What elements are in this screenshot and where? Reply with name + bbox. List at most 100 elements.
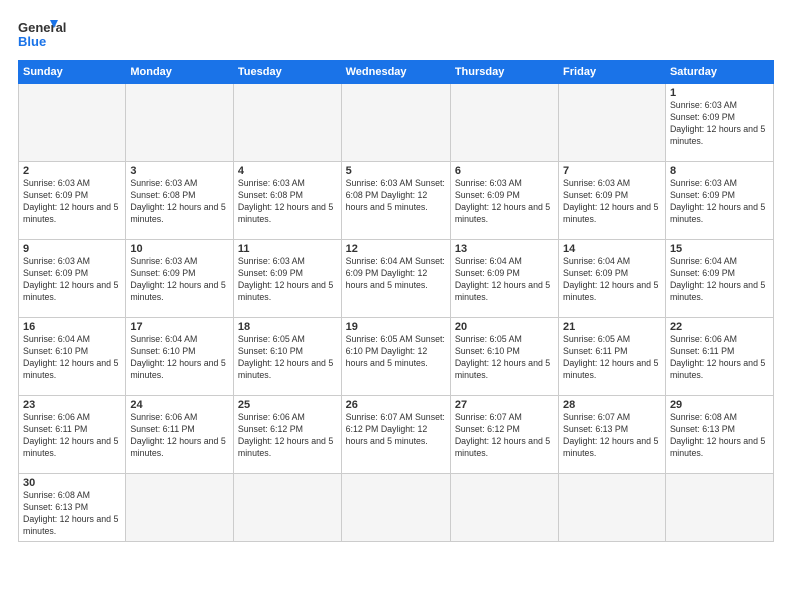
day-info: Sunrise: 6:04 AM Sunset: 6:09 PM Dayligh… <box>563 256 661 304</box>
calendar-cell: 11Sunrise: 6:03 AM Sunset: 6:09 PM Dayli… <box>233 240 341 318</box>
calendar-cell: 26Sunrise: 6:07 AM Sunset: 6:12 PM Dayli… <box>341 396 450 474</box>
calendar-cell: 24Sunrise: 6:06 AM Sunset: 6:11 PM Dayli… <box>126 396 234 474</box>
header-friday: Friday <box>559 61 666 84</box>
calendar-cell: 15Sunrise: 6:04 AM Sunset: 6:09 PM Dayli… <box>665 240 773 318</box>
day-info: Sunrise: 6:03 AM Sunset: 6:09 PM Dayligh… <box>670 100 769 148</box>
calendar-cell: 8Sunrise: 6:03 AM Sunset: 6:09 PM Daylig… <box>665 162 773 240</box>
day-number: 7 <box>563 165 661 177</box>
calendar-cell: 10Sunrise: 6:03 AM Sunset: 6:09 PM Dayli… <box>126 240 234 318</box>
header-saturday: Saturday <box>665 61 773 84</box>
day-info: Sunrise: 6:04 AM Sunset: 6:10 PM Dayligh… <box>130 334 229 382</box>
day-number: 9 <box>23 243 121 255</box>
calendar-cell: 27Sunrise: 6:07 AM Sunset: 6:12 PM Dayli… <box>450 396 558 474</box>
day-number: 5 <box>346 165 446 177</box>
calendar-cell: 4Sunrise: 6:03 AM Sunset: 6:08 PM Daylig… <box>233 162 341 240</box>
calendar-cell <box>559 84 666 162</box>
header-wednesday: Wednesday <box>341 61 450 84</box>
day-info: Sunrise: 6:04 AM Sunset: 6:09 PM Dayligh… <box>455 256 554 304</box>
header-tuesday: Tuesday <box>233 61 341 84</box>
day-number: 11 <box>238 243 337 255</box>
svg-text:Blue: Blue <box>18 34 46 49</box>
weekday-header-row: Sunday Monday Tuesday Wednesday Thursday… <box>19 61 774 84</box>
day-info: Sunrise: 6:06 AM Sunset: 6:11 PM Dayligh… <box>23 412 121 460</box>
day-info: Sunrise: 6:05 AM Sunset: 6:10 PM Dayligh… <box>346 334 446 370</box>
calendar-cell: 1Sunrise: 6:03 AM Sunset: 6:09 PM Daylig… <box>665 84 773 162</box>
day-info: Sunrise: 6:03 AM Sunset: 6:08 PM Dayligh… <box>130 178 229 226</box>
day-number: 6 <box>455 165 554 177</box>
calendar-cell: 23Sunrise: 6:06 AM Sunset: 6:11 PM Dayli… <box>19 396 126 474</box>
calendar-cell <box>233 474 341 542</box>
day-number: 27 <box>455 399 554 411</box>
day-info: Sunrise: 6:03 AM Sunset: 6:09 PM Dayligh… <box>23 256 121 304</box>
calendar-cell <box>341 84 450 162</box>
day-number: 10 <box>130 243 229 255</box>
day-number: 4 <box>238 165 337 177</box>
calendar-cell: 14Sunrise: 6:04 AM Sunset: 6:09 PM Dayli… <box>559 240 666 318</box>
calendar-cell: 18Sunrise: 6:05 AM Sunset: 6:10 PM Dayli… <box>233 318 341 396</box>
svg-text:General: General <box>18 20 66 35</box>
calendar-cell: 13Sunrise: 6:04 AM Sunset: 6:09 PM Dayli… <box>450 240 558 318</box>
day-info: Sunrise: 6:04 AM Sunset: 6:09 PM Dayligh… <box>346 256 446 292</box>
calendar-cell: 6Sunrise: 6:03 AM Sunset: 6:09 PM Daylig… <box>450 162 558 240</box>
generalblue-logo-icon: General Blue <box>18 16 88 50</box>
day-number: 19 <box>346 321 446 333</box>
header-sunday: Sunday <box>19 61 126 84</box>
day-info: Sunrise: 6:03 AM Sunset: 6:09 PM Dayligh… <box>455 178 554 226</box>
calendar-cell: 7Sunrise: 6:03 AM Sunset: 6:09 PM Daylig… <box>559 162 666 240</box>
calendar-page: General Blue Sunday Monday Tuesday Wedne… <box>0 0 792 612</box>
calendar-cell: 12Sunrise: 6:04 AM Sunset: 6:09 PM Dayli… <box>341 240 450 318</box>
day-number: 30 <box>23 477 121 489</box>
day-number: 26 <box>346 399 446 411</box>
day-number: 28 <box>563 399 661 411</box>
calendar-cell <box>233 84 341 162</box>
calendar-cell <box>19 84 126 162</box>
day-info: Sunrise: 6:07 AM Sunset: 6:13 PM Dayligh… <box>563 412 661 460</box>
day-info: Sunrise: 6:03 AM Sunset: 6:09 PM Dayligh… <box>238 256 337 304</box>
day-info: Sunrise: 6:06 AM Sunset: 6:11 PM Dayligh… <box>130 412 229 460</box>
calendar-cell <box>665 474 773 542</box>
day-number: 15 <box>670 243 769 255</box>
calendar-cell: 29Sunrise: 6:08 AM Sunset: 6:13 PM Dayli… <box>665 396 773 474</box>
day-number: 3 <box>130 165 229 177</box>
calendar-cell <box>559 474 666 542</box>
day-info: Sunrise: 6:03 AM Sunset: 6:09 PM Dayligh… <box>563 178 661 226</box>
day-info: Sunrise: 6:04 AM Sunset: 6:09 PM Dayligh… <box>670 256 769 304</box>
calendar-cell: 2Sunrise: 6:03 AM Sunset: 6:09 PM Daylig… <box>19 162 126 240</box>
day-info: Sunrise: 6:06 AM Sunset: 6:12 PM Dayligh… <box>238 412 337 460</box>
day-info: Sunrise: 6:07 AM Sunset: 6:12 PM Dayligh… <box>346 412 446 448</box>
calendar-cell: 21Sunrise: 6:05 AM Sunset: 6:11 PM Dayli… <box>559 318 666 396</box>
day-number: 2 <box>23 165 121 177</box>
day-info: Sunrise: 6:03 AM Sunset: 6:08 PM Dayligh… <box>238 178 337 226</box>
calendar-cell: 25Sunrise: 6:06 AM Sunset: 6:12 PM Dayli… <box>233 396 341 474</box>
calendar-cell <box>450 474 558 542</box>
day-info: Sunrise: 6:03 AM Sunset: 6:09 PM Dayligh… <box>130 256 229 304</box>
day-info: Sunrise: 6:03 AM Sunset: 6:08 PM Dayligh… <box>346 178 446 214</box>
day-info: Sunrise: 6:04 AM Sunset: 6:10 PM Dayligh… <box>23 334 121 382</box>
day-number: 20 <box>455 321 554 333</box>
day-number: 29 <box>670 399 769 411</box>
day-number: 21 <box>563 321 661 333</box>
calendar-cell: 5Sunrise: 6:03 AM Sunset: 6:08 PM Daylig… <box>341 162 450 240</box>
calendar-cell: 22Sunrise: 6:06 AM Sunset: 6:11 PM Dayli… <box>665 318 773 396</box>
logo: General Blue <box>18 16 88 50</box>
calendar-cell: 9Sunrise: 6:03 AM Sunset: 6:09 PM Daylig… <box>19 240 126 318</box>
day-number: 18 <box>238 321 337 333</box>
calendar-cell: 3Sunrise: 6:03 AM Sunset: 6:08 PM Daylig… <box>126 162 234 240</box>
calendar-cell: 30Sunrise: 6:08 AM Sunset: 6:13 PM Dayli… <box>19 474 126 542</box>
day-number: 8 <box>670 165 769 177</box>
calendar-cell <box>450 84 558 162</box>
calendar-cell <box>341 474 450 542</box>
day-info: Sunrise: 6:06 AM Sunset: 6:11 PM Dayligh… <box>670 334 769 382</box>
day-number: 1 <box>670 87 769 99</box>
day-info: Sunrise: 6:05 AM Sunset: 6:10 PM Dayligh… <box>455 334 554 382</box>
calendar-cell: 28Sunrise: 6:07 AM Sunset: 6:13 PM Dayli… <box>559 396 666 474</box>
day-number: 12 <box>346 243 446 255</box>
day-info: Sunrise: 6:07 AM Sunset: 6:12 PM Dayligh… <box>455 412 554 460</box>
header-monday: Monday <box>126 61 234 84</box>
day-number: 25 <box>238 399 337 411</box>
day-number: 17 <box>130 321 229 333</box>
day-info: Sunrise: 6:03 AM Sunset: 6:09 PM Dayligh… <box>670 178 769 226</box>
header-thursday: Thursday <box>450 61 558 84</box>
day-number: 14 <box>563 243 661 255</box>
header: General Blue <box>18 16 774 50</box>
